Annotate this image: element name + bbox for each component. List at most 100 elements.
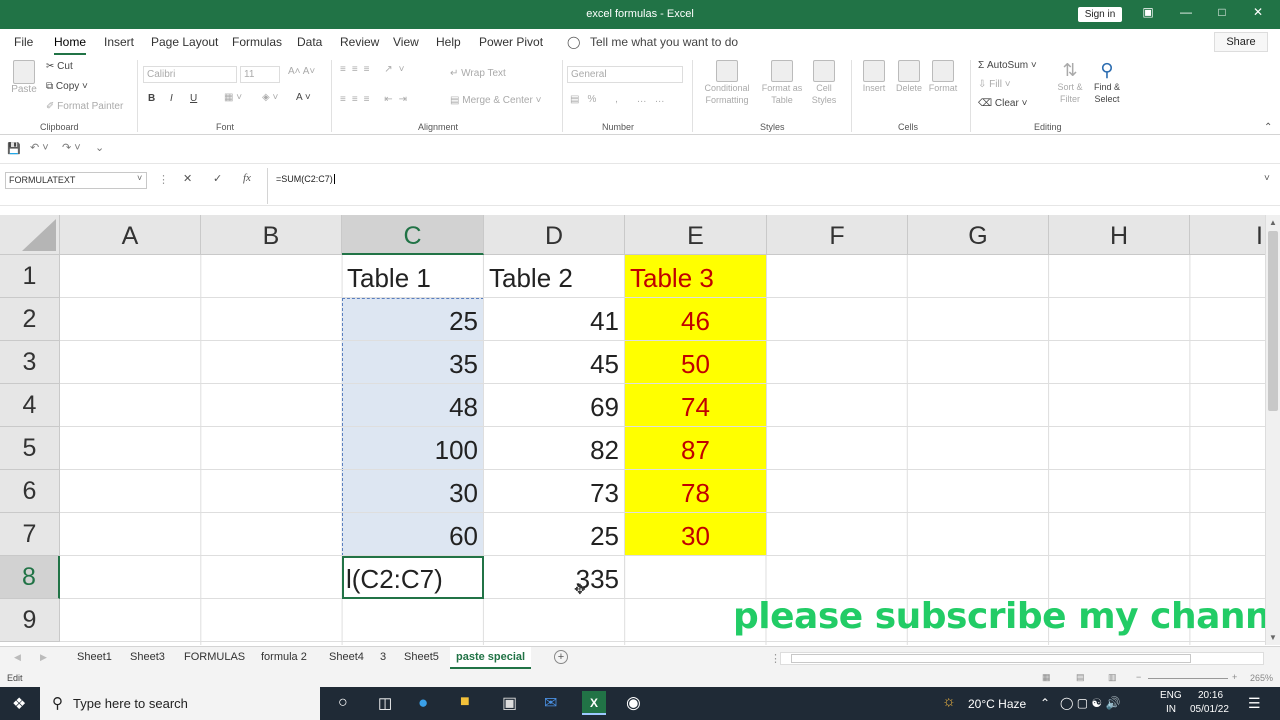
tab-file[interactable]: File xyxy=(14,35,33,49)
collapse-ribbon-icon[interactable]: ⌃ xyxy=(1264,122,1272,133)
normal-view-icon[interactable]: ▦ xyxy=(1042,672,1051,683)
borders-icon[interactable]: ▦ ˅ xyxy=(224,92,242,103)
wrap-text-button[interactable]: ↵ Wrap Text xyxy=(450,68,506,79)
cell-d2[interactable]: 41 xyxy=(484,298,625,341)
prev-sheet-icon[interactable]: ◀ xyxy=(14,652,21,663)
sheet-tab-formula-2[interactable]: formula 2 xyxy=(261,651,307,663)
vertical-scrollbar[interactable]: ▲ ▼ xyxy=(1265,215,1280,645)
sheet-tab-paste-special[interactable]: paste special xyxy=(450,647,532,669)
row-header-9[interactable]: 9 xyxy=(0,599,60,642)
font-size-box[interactable]: 11 xyxy=(240,66,280,83)
enter-icon[interactable]: ✓ xyxy=(213,172,222,185)
new-sheet-icon[interactable]: + xyxy=(554,650,568,664)
format-cells-button[interactable]: Format xyxy=(926,60,960,94)
tray-icons[interactable]: ◯ ▢ ☯ 🔊 xyxy=(1060,696,1120,710)
language-line-2[interactable]: IN xyxy=(1166,704,1176,715)
cell-d6[interactable]: 73 xyxy=(484,470,625,513)
cell-c1[interactable]: Table 1 xyxy=(342,255,484,298)
cell-d1[interactable]: Table 2 xyxy=(484,255,625,298)
sign-in-button[interactable]: Sign in xyxy=(1078,7,1122,22)
autosum-button[interactable]: Σ AutoSum ˅ xyxy=(978,60,1037,71)
merge-center-button[interactable]: ▤ Merge & Center ˅ xyxy=(450,95,541,106)
clock-date[interactable]: 05/01/22 xyxy=(1190,704,1229,715)
expand-formula-bar-icon[interactable]: ˅ xyxy=(1264,173,1270,184)
cell-e1[interactable]: Table 3 xyxy=(625,255,767,298)
cell-d7[interactable]: 25 xyxy=(484,513,625,556)
align-top-icons[interactable]: ≡≡≡ ↗˅ xyxy=(340,64,411,75)
zoom-in-icon[interactable]: + xyxy=(1232,672,1237,682)
close-icon[interactable]: ✕ xyxy=(1248,5,1268,23)
tab-help[interactable]: Help xyxy=(436,35,461,49)
taskbar-search[interactable]: ⚲ Type here to search xyxy=(40,687,320,720)
cell-c6[interactable]: 30 xyxy=(342,470,484,513)
delete-cells-button[interactable]: Delete xyxy=(892,60,926,94)
sort-filter-button[interactable]: ⇅ Sort & Filter xyxy=(1052,60,1088,105)
excel-taskbar-icon[interactable]: X xyxy=(582,691,606,715)
row-header-5[interactable]: 5 xyxy=(0,427,60,470)
obs-icon[interactable]: ◉ xyxy=(626,693,641,713)
ribbon-display-icon[interactable]: ▣ xyxy=(1138,5,1158,23)
column-header-b[interactable]: B xyxy=(201,215,342,255)
cell-d8[interactable]: 335 xyxy=(484,556,625,599)
column-header-h[interactable]: H xyxy=(1049,215,1190,255)
column-header-c[interactable]: C xyxy=(342,215,484,255)
vertical-scroll-thumb[interactable] xyxy=(1268,231,1278,411)
minimize-icon[interactable]: — xyxy=(1176,5,1196,23)
cell-d4[interactable]: 69 xyxy=(484,384,625,427)
format-as-table-button[interactable]: Format as Table xyxy=(760,60,804,106)
cell-e5[interactable]: 87 xyxy=(625,427,767,470)
edge-icon[interactable]: ● xyxy=(418,693,428,713)
row-header-3[interactable]: 3 xyxy=(0,341,60,384)
name-box-dropdown-icon[interactable]: ˅ xyxy=(137,173,142,183)
cell-c5[interactable]: 100 xyxy=(342,427,484,470)
row-header-7[interactable]: 7 xyxy=(0,513,60,556)
cell-e6[interactable]: 78 xyxy=(625,470,767,513)
zoom-slider[interactable] xyxy=(1148,678,1228,679)
sheet-tab-sheet1[interactable]: Sheet1 xyxy=(77,651,112,663)
redo-icon[interactable]: ↷ ˅ xyxy=(62,141,81,154)
cell-e3[interactable]: 50 xyxy=(625,341,767,384)
cell-c8-active[interactable]: l(C2:C7) xyxy=(342,556,484,599)
weather-text[interactable]: 20°C Haze xyxy=(968,697,1026,711)
cell-c3[interactable]: 35 xyxy=(342,341,484,384)
tray-chevron-icon[interactable]: ⌃ xyxy=(1040,696,1050,710)
row-header-8[interactable]: 8 xyxy=(0,556,60,599)
underline-icon[interactable]: U xyxy=(190,93,197,104)
zoom-level[interactable]: 265% xyxy=(1250,673,1273,683)
worksheet-grid[interactable]: A B C D E F G H I 1 2 3 4 5 6 7 8 9 Tabl… xyxy=(0,215,1265,645)
row-header-1[interactable]: 1 xyxy=(0,255,60,298)
find-select-button[interactable]: ⚲ Find & Select xyxy=(1088,60,1126,105)
bold-icon[interactable]: B xyxy=(148,93,155,104)
customize-qat-icon[interactable]: ⌄ xyxy=(95,141,104,154)
name-box[interactable]: FORMULATEXT xyxy=(5,172,147,189)
page-layout-view-icon[interactable]: ▤ xyxy=(1076,672,1085,683)
maximize-icon[interactable]: □ xyxy=(1212,5,1232,23)
column-header-e[interactable]: E xyxy=(625,215,767,255)
row-header-4[interactable]: 4 xyxy=(0,384,60,427)
scroll-down-icon[interactable]: ▼ xyxy=(1269,633,1277,642)
cell-e4[interactable]: 74 xyxy=(625,384,767,427)
conditional-formatting-button[interactable]: Conditional Formatting xyxy=(697,60,757,106)
row-header-2[interactable]: 2 xyxy=(0,298,60,341)
cell-c4[interactable]: 48 xyxy=(342,384,484,427)
clear-button[interactable]: ⌫ Clear ˅ xyxy=(978,98,1027,109)
sheet-tab-sheet3[interactable]: Sheet3 xyxy=(130,651,165,663)
select-all-button[interactable] xyxy=(0,215,60,255)
sheet-tab-formulas[interactable]: FORMULAS xyxy=(184,651,245,663)
zoom-out-icon[interactable]: − xyxy=(1136,672,1141,682)
column-header-g[interactable]: G xyxy=(908,215,1049,255)
column-header-f[interactable]: F xyxy=(767,215,908,255)
horizontal-scroll-thumb[interactable] xyxy=(791,654,1191,663)
tell-me-search[interactable]: Tell me what you want to do xyxy=(590,35,738,49)
tab-home[interactable]: Home xyxy=(54,35,87,55)
cell-e7[interactable]: 30 xyxy=(625,513,767,556)
column-header-i[interactable]: I xyxy=(1190,215,1265,255)
store-icon[interactable]: ▣ xyxy=(502,693,517,713)
fill-button[interactable]: ⇩ Fill ˅ xyxy=(978,79,1011,90)
clock-time[interactable]: 20:16 xyxy=(1198,690,1223,701)
sheet-tab-3[interactable]: 3 xyxy=(380,651,386,663)
column-header-a[interactable]: A xyxy=(60,215,201,255)
cancel-icon[interactable]: ✕ xyxy=(183,172,192,185)
italic-icon[interactable]: I xyxy=(170,93,173,104)
insert-cells-button[interactable]: Insert xyxy=(858,60,890,94)
